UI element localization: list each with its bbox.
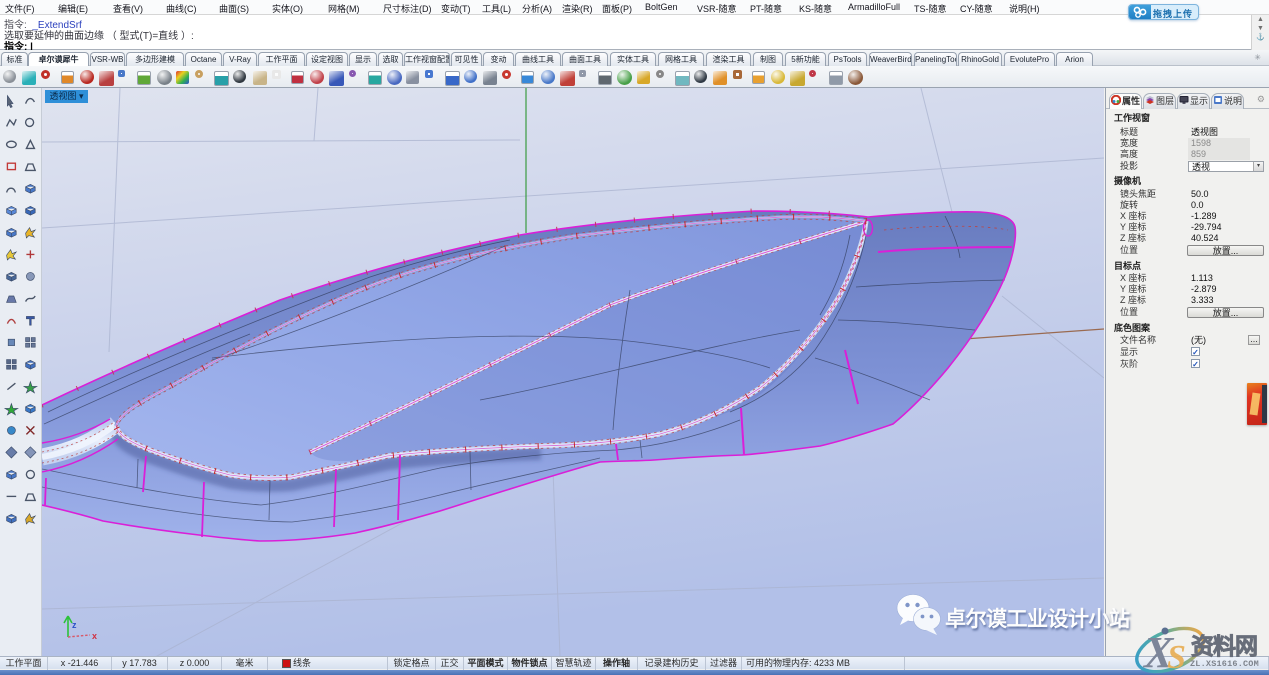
svg-text:ZL.XS1616.COM: ZL.XS1616.COM [1190,659,1259,669]
svg-text:S: S [1167,639,1186,675]
svg-text:z: z [72,620,77,630]
svg-text:资料网: 资料网 [1191,633,1257,659]
svg-text:x: x [92,631,97,641]
